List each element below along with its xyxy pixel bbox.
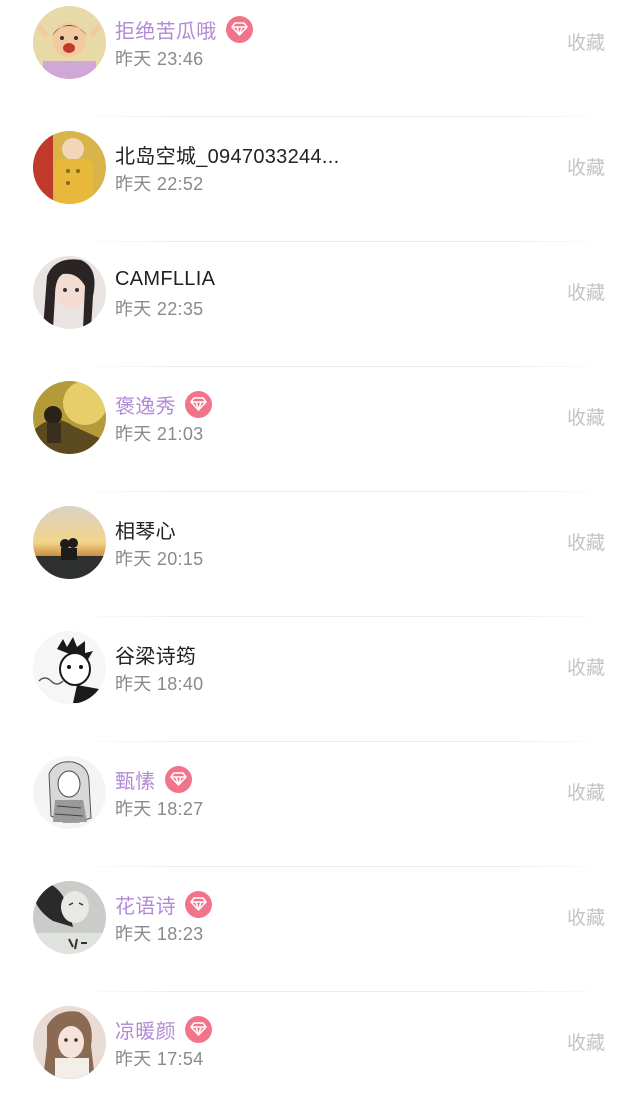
avatar[interactable] bbox=[33, 131, 106, 204]
username[interactable]: 褒逸秀 bbox=[115, 390, 176, 419]
list-item[interactable]: 拒绝苦瓜哦 昨天 23:46 收藏 bbox=[0, 0, 640, 117]
favorite-button[interactable]: 收藏 bbox=[567, 653, 605, 680]
timestamp: 昨天 18:27 bbox=[115, 799, 204, 819]
favorite-button[interactable]: 收藏 bbox=[567, 778, 605, 805]
list-item[interactable]: 北岛空城_0947033244... 昨天 22:52 收藏 bbox=[0, 117, 640, 242]
username[interactable]: 北岛空城_0947033244... bbox=[115, 140, 339, 169]
list-item[interactable]: 甄愫 昨天 18:27 收藏 bbox=[0, 742, 640, 867]
list-item[interactable]: 花语诗 昨天 18:23 收藏 bbox=[0, 867, 640, 992]
list-item[interactable]: 褒逸秀 昨天 21:03 收藏 bbox=[0, 367, 640, 492]
vip-diamond-icon bbox=[225, 15, 253, 43]
username[interactable]: 谷梁诗筠 bbox=[115, 640, 196, 669]
list-item[interactable]: CAMFLLIA 昨天 22:35 收藏 bbox=[0, 242, 640, 367]
list-item[interactable]: 相琴心 昨天 20:15 收藏 bbox=[0, 492, 640, 617]
timestamp: 昨天 22:35 bbox=[115, 299, 204, 319]
favorite-button[interactable]: 收藏 bbox=[567, 903, 605, 930]
timestamp: 昨天 18:40 bbox=[115, 674, 204, 694]
vip-diamond-icon bbox=[184, 1015, 212, 1043]
username[interactable]: 甄愫 bbox=[115, 765, 156, 794]
timestamp: 昨天 21:03 bbox=[115, 424, 204, 444]
favorite-button[interactable]: 收藏 bbox=[567, 1028, 605, 1055]
user-list: 拒绝苦瓜哦 昨天 23:46 收藏 北岛空城_0947033244... 昨天 … bbox=[0, 0, 640, 1087]
vip-diamond-icon bbox=[184, 890, 212, 918]
avatar[interactable] bbox=[33, 381, 106, 454]
timestamp: 昨天 23:46 bbox=[115, 49, 204, 69]
favorite-button[interactable]: 收藏 bbox=[567, 153, 605, 180]
username[interactable]: 相琴心 bbox=[115, 515, 176, 544]
timestamp: 昨天 18:23 bbox=[115, 924, 204, 944]
username[interactable]: 花语诗 bbox=[115, 890, 176, 919]
avatar[interactable] bbox=[33, 756, 106, 829]
favorite-button[interactable]: 收藏 bbox=[567, 28, 605, 55]
list-item[interactable]: 谷梁诗筠 昨天 18:40 收藏 bbox=[0, 617, 640, 742]
favorite-button[interactable]: 收藏 bbox=[567, 403, 605, 430]
avatar[interactable] bbox=[33, 881, 106, 954]
avatar[interactable] bbox=[33, 1006, 106, 1079]
list-item[interactable]: 凉暖颜 昨天 17:54 收藏 bbox=[0, 992, 640, 1095]
timestamp: 昨天 17:54 bbox=[115, 1049, 204, 1069]
avatar[interactable] bbox=[33, 631, 106, 704]
vip-diamond-icon bbox=[184, 390, 212, 418]
avatar[interactable] bbox=[33, 506, 106, 579]
vip-diamond-icon bbox=[164, 765, 192, 793]
timestamp: 昨天 20:15 bbox=[115, 549, 204, 569]
username[interactable]: 拒绝苦瓜哦 bbox=[115, 15, 217, 44]
username[interactable]: 凉暖颜 bbox=[115, 1015, 176, 1044]
avatar[interactable] bbox=[33, 256, 106, 329]
favorite-button[interactable]: 收藏 bbox=[567, 528, 605, 555]
username[interactable]: CAMFLLIA bbox=[115, 268, 215, 291]
favorite-button[interactable]: 收藏 bbox=[567, 278, 605, 305]
timestamp: 昨天 22:52 bbox=[115, 174, 204, 194]
avatar[interactable] bbox=[33, 6, 106, 79]
